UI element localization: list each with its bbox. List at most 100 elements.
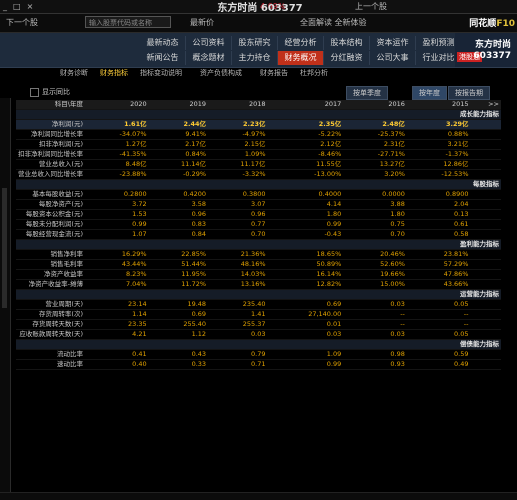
header-year[interactable]: 2019 (148, 100, 209, 110)
cell-value: 0.05 (406, 329, 471, 340)
subtab-diagnosis[interactable]: 财务诊断 (60, 68, 88, 78)
by-year-button[interactable]: 按年度 (412, 86, 447, 100)
vertical-scrollbar[interactable] (0, 98, 11, 493)
table-row: 营业总收入同比增长率 -23.88% -0.29% -3.32% -13.00% 3.20… (16, 169, 501, 180)
row-label: 运营能力指标 (16, 289, 501, 300)
row-label: 速动比率 (16, 359, 85, 370)
scrollbar-thumb[interactable] (2, 188, 7, 308)
cell-value: 0.41 (85, 349, 149, 360)
tab-latest[interactable]: 最新动态 (140, 36, 186, 50)
cell-value: 0.77 (208, 219, 268, 230)
cell-value: -27.71% (343, 149, 407, 160)
cell-value: 16.14% (267, 269, 344, 280)
cell-value: 0.99 (267, 359, 344, 370)
cell-value: 2.12亿 (267, 139, 344, 150)
cell-value: 0.84% (148, 149, 209, 160)
cell-value: 23.14 (85, 299, 149, 310)
full-interpret-link[interactable]: 全面解读 全新体验 (300, 17, 367, 28)
row-label: 盈利能力指标 (16, 239, 501, 250)
by-report-button[interactable]: 按报告期 (448, 86, 490, 100)
prev-stock-button[interactable]: 上一个股 (355, 1, 387, 12)
search-input[interactable]: 输入股票代码或名称 (85, 16, 171, 28)
yoy-checkbox[interactable]: 显示同比 (30, 86, 70, 98)
tab-dividend[interactable]: 分红融资 (324, 51, 370, 65)
close-button[interactable]: × (24, 2, 37, 11)
header-year[interactable]: 2016 (343, 100, 407, 110)
cell-value: 0.3800 (208, 189, 268, 200)
cell-value: 2.04 (406, 199, 471, 210)
tab-holdings[interactable]: 主力持仓 (232, 51, 278, 65)
cell-value: 0.93 (343, 359, 407, 370)
cell-value: 13.27亿 (343, 159, 407, 170)
nav-row-1: 最新动态 公司资料 股东研究 经营分析 股本结构 资本运作 盈利预测 (140, 36, 462, 50)
header-year[interactable]: 2020 (85, 100, 149, 110)
cell-value: 0.2800 (85, 189, 149, 200)
cell-value: 0.05 (406, 299, 471, 310)
tab-news[interactable]: 新闻公告 (140, 51, 186, 65)
cell-value: 1.61亿 (85, 119, 149, 130)
subtab-dupont[interactable]: 杜邦分析 (300, 68, 328, 78)
cell-value: 0.4000 (267, 189, 344, 200)
cell-value: 51.44% (148, 259, 209, 270)
cell-value: 0.01 (267, 319, 344, 330)
cell-value: -12.53% (406, 169, 471, 180)
cell-value: 2.17亿 (148, 139, 209, 150)
cell-value: 1.07 (85, 229, 149, 240)
cell-value: 0.59 (406, 349, 471, 360)
cell-value: 1.12 (148, 329, 209, 340)
cell-value: 0.0000 (343, 189, 407, 200)
tab-operation[interactable]: 经营分析 (278, 36, 324, 50)
header-year[interactable]: 2015 (406, 100, 471, 110)
tab-company[interactable]: 公司资料 (186, 36, 232, 50)
subtab-indicators[interactable]: 财务指标 (100, 68, 128, 78)
cell-value: 48.16% (208, 259, 268, 270)
cell-spacer (470, 209, 501, 220)
cell-value: 2.48亿 (343, 119, 407, 130)
cell-value: 0.40 (85, 359, 149, 370)
tab-shareholders[interactable]: 股东研究 (232, 36, 278, 50)
cell-spacer (470, 159, 501, 170)
cell-value: 8.48亿 (85, 159, 149, 170)
tab-capital-ops[interactable]: 资本运作 (370, 36, 416, 50)
header-year[interactable]: >> (470, 100, 501, 110)
maximize-button[interactable]: □ (10, 2, 24, 11)
header-year[interactable]: 2017 (267, 100, 344, 110)
window-controls[interactable]: _ (0, 2, 10, 11)
cell-value: 8.23% (85, 269, 149, 280)
tab-capital-structure[interactable]: 股本结构 (324, 36, 370, 50)
cell-spacer (470, 229, 501, 240)
cell-value: 43.66% (406, 279, 471, 290)
cell-value: 0.33 (148, 359, 209, 370)
table-row: 净利润同比增长率 -34.07% 9.41% -4.97% -5.22% -25.37% 0… (16, 129, 501, 140)
cell-spacer (470, 249, 501, 260)
subtab-reports[interactable]: 财务报告 (260, 68, 288, 78)
tab-concepts[interactable]: 概念题材 (186, 51, 232, 65)
cell-value: -- (343, 309, 407, 320)
cell-value: 0.03 (343, 299, 407, 310)
cell-value: -41.35% (85, 149, 149, 160)
row-label: 存货周转天数(天) (16, 319, 85, 330)
cell-value: 0.75 (343, 219, 407, 230)
subtab-changes[interactable]: 指标变动说明 (140, 68, 182, 78)
row-label: 扣非净利润同比增长率 (16, 149, 85, 160)
cell-value: -0.43 (267, 229, 344, 240)
cell-value: 3.20% (343, 169, 407, 180)
cell-value: 16.29% (85, 249, 149, 260)
tab-events[interactable]: 公司大事 (370, 51, 416, 65)
table-row: 净利润(元) 1.61亿 2.44亿 2.23亿 2.35亿 2.48亿 3.29亿 (16, 119, 501, 130)
next-stock-button[interactable]: 下一个股 (6, 17, 38, 28)
row-label: 成长能力指标 (16, 109, 501, 120)
subtab-balance[interactable]: 资产负债构成 (200, 68, 242, 78)
cell-value: -- (406, 309, 471, 320)
cell-value: 0.58 (406, 229, 471, 240)
by-quarter-button[interactable]: 按单季度 (346, 86, 388, 100)
cell-value: 3.58 (148, 199, 209, 210)
header-year[interactable]: 2018 (208, 100, 268, 110)
cell-value: -0.29% (148, 169, 209, 180)
tab-finance[interactable]: 财务概况 (278, 51, 324, 65)
row-label: 营业总收入同比增长率 (16, 169, 85, 180)
cell-value: 1.09 (267, 349, 344, 360)
cell-spacer (470, 329, 501, 340)
cell-value: -1.37% (406, 149, 471, 160)
row-label: 每股指标 (16, 179, 501, 190)
